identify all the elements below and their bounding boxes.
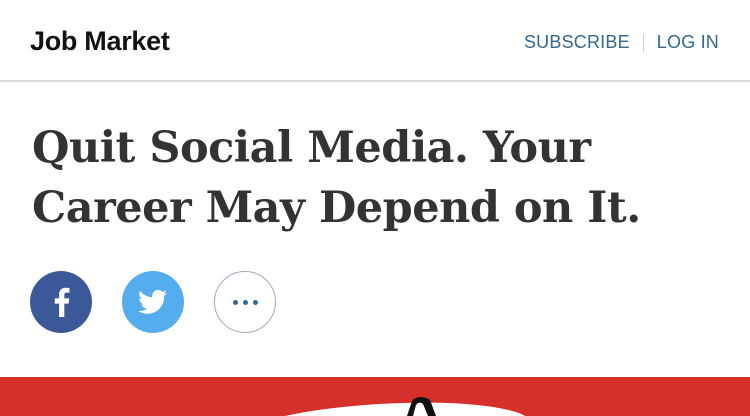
more-share-options-button[interactable] [214,271,276,333]
divider [642,33,644,52]
more-options-icon [232,299,258,305]
login-link[interactable]: LOG IN [657,32,719,53]
facebook-icon [54,287,70,317]
account-actions: SUBSCRIBE LOG IN [524,32,719,53]
hero-image [0,377,750,416]
share-twitter-button[interactable] [122,271,184,333]
top-bar: Job Market SUBSCRIBE LOG IN [0,0,750,82]
article-headline: Quit Social Media. Your Career May Depen… [32,123,641,233]
section-title[interactable]: Job Market [30,26,170,57]
share-facebook-button[interactable] [30,271,92,333]
share-tools [30,271,306,333]
twitter-icon [138,289,167,314]
subscribe-link[interactable]: SUBSCRIBE [524,32,630,53]
hero-illustration [285,397,525,416]
